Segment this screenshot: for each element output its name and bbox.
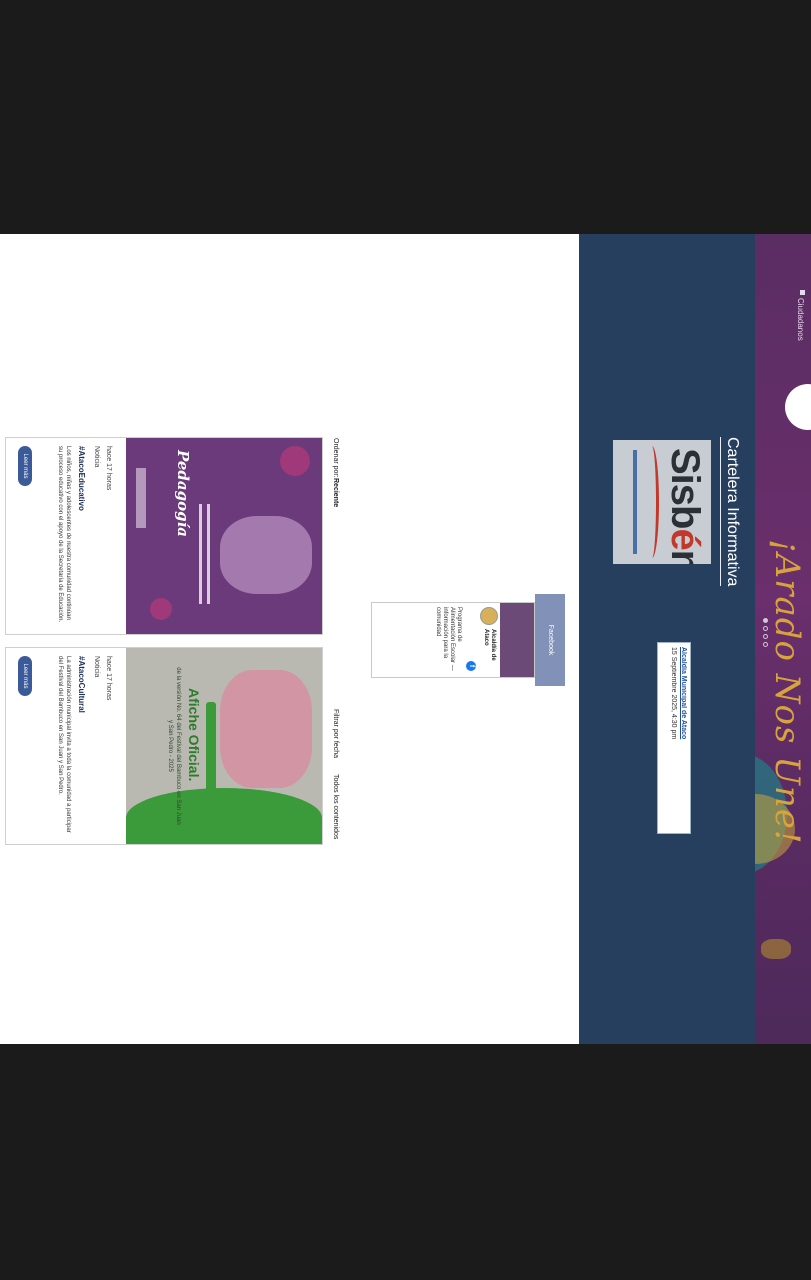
hero-banner[interactable]: Ciudadanos ¡Arado Nos Une! <box>755 234 811 1044</box>
poster-decoration <box>280 446 310 476</box>
slider-dot[interactable] <box>763 642 768 647</box>
sisben-logo: Sisbén <box>662 448 707 564</box>
post-image[interactable]: Afiche Oficial. de la versión No. 64 del… <box>126 648 322 844</box>
facebook-post-text: Programa de Alimentación Escolar — infor… <box>435 607 462 671</box>
post-excerpt: La administración municipal invita a tod… <box>57 656 71 833</box>
poster-title: Pedagogía <box>174 450 192 538</box>
post-title[interactable]: #AtacoEducativo <box>77 446 86 511</box>
hero-logo-circle <box>785 384 811 430</box>
facebook-avatar <box>480 607 498 625</box>
hero-slogan: ¡Arado Nos Une! <box>767 539 807 845</box>
poster-logos <box>136 468 146 528</box>
nav-ciudadanos-link[interactable]: Ciudadanos <box>796 298 805 341</box>
slider-dot[interactable] <box>763 634 768 639</box>
poster-illustration <box>220 516 312 594</box>
facebook-icon: f <box>466 661 476 671</box>
post-card[interactable]: Pedagogía hace 17 horas Noticia #AtacoEd… <box>5 437 323 635</box>
facebook-widget: Facebook Alcaldía de Ataco f Programa de… <box>369 594 565 686</box>
sisben-logo-text: Sisbén <box>663 448 707 564</box>
facebook-page-name[interactable]: Alcaldía de Ataco <box>482 629 496 673</box>
post-date: hace 17 horas <box>105 656 112 701</box>
slider-dot[interactable] <box>763 626 768 631</box>
sort-label: Ordenar por: <box>332 438 339 478</box>
poster-title: Afiche Oficial. <box>186 688 202 782</box>
poster-badge <box>206 702 216 792</box>
post-excerpt: Los niños, niñas y adolescentes de nuest… <box>57 446 71 623</box>
cartelera-section: Cartelera Informativa Sisbén Alcaldía Mu… <box>579 234 755 1044</box>
facebook-feed[interactable]: Alcaldía de Ataco f Programa de Alimenta… <box>371 602 535 678</box>
filters-bar: Ordenar por: Reciente Filtrar por fecha … <box>325 234 339 1044</box>
sort-dropdown[interactable]: Reciente <box>332 478 339 507</box>
post-title[interactable]: #AtacoCultural <box>77 656 86 713</box>
facebook-cover-image <box>500 603 534 677</box>
poster-text-line <box>207 504 210 604</box>
news-link[interactable]: Alcaldía Municipal de Ataco <box>680 647 687 829</box>
read-more-button[interactable]: Leer más <box>18 446 32 486</box>
post-tag: Noticia <box>93 446 100 468</box>
poster-illustration <box>220 670 312 788</box>
news-date: 15 Septiembre 2025, 4:30 pm <box>670 647 677 740</box>
poster-decoration <box>150 598 172 620</box>
post-date: hace 17 horas <box>105 446 112 491</box>
post-tag: Noticia <box>93 656 100 678</box>
news-card[interactable]: Alcaldía Municipal de Ataco 15 Septiembr… <box>657 642 691 834</box>
sisben-banner[interactable]: Sisbén <box>613 440 711 564</box>
date-filter-dropdown[interactable]: Filtrar por fecha <box>332 709 339 758</box>
slider-dot[interactable] <box>763 618 768 623</box>
sisben-subline <box>633 450 637 554</box>
facebook-tab[interactable]: Facebook <box>535 594 565 686</box>
menu-icon[interactable] <box>800 290 805 295</box>
hero-decoration <box>761 939 791 959</box>
poster-text-line <box>199 504 202 604</box>
sisben-swoosh <box>645 446 659 558</box>
web-page: Ciudadanos ¡Arado Nos Une! Cartelera Inf… <box>0 234 811 1044</box>
poster-decoration <box>126 788 322 844</box>
content-filter-dropdown[interactable]: Todos los contenidos <box>332 774 339 839</box>
post-card[interactable]: Afiche Oficial. de la versión No. 64 del… <box>5 647 323 845</box>
section-title: Cartelera Informativa <box>724 437 741 587</box>
read-more-button[interactable]: Leer más <box>18 656 32 696</box>
post-image[interactable]: Pedagogía <box>126 438 322 634</box>
screen: Ciudadanos ¡Arado Nos Une! Cartelera Inf… <box>0 0 811 1280</box>
poster-subtitle: de la versión No. 64 del Festival del Ba… <box>167 667 181 825</box>
